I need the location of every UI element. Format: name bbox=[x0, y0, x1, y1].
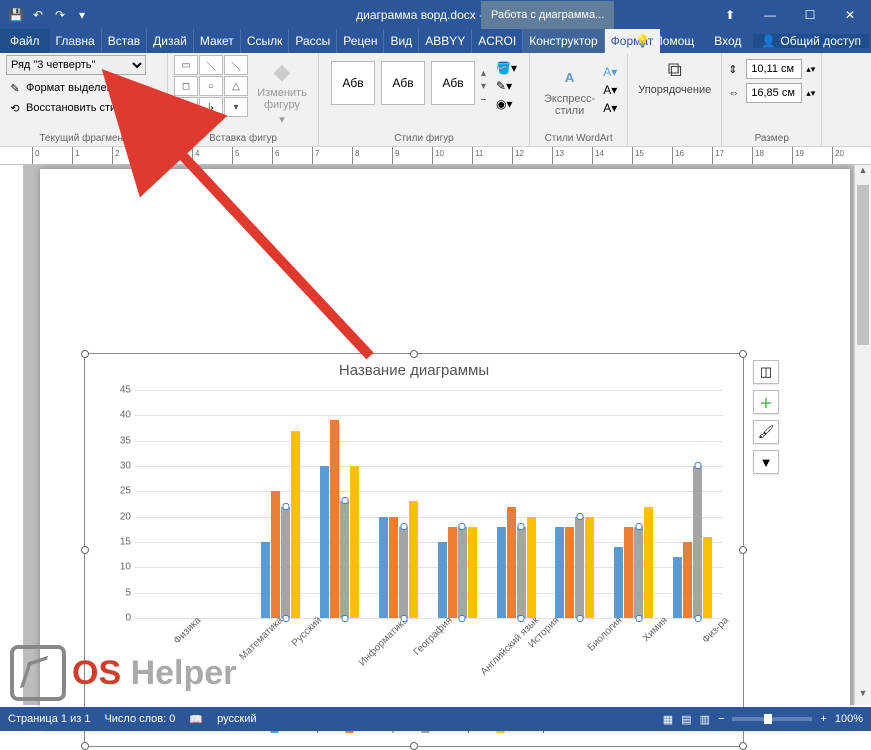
status-bar: Страница 1 из 1 Число слов: 0 📖 русский … bbox=[0, 707, 871, 731]
gallery-down-icon[interactable]: ▾ bbox=[481, 81, 486, 92]
text-effects-icon[interactable]: A▾ bbox=[603, 101, 617, 115]
tab-home[interactable]: Главна bbox=[50, 29, 102, 53]
horizontal-ruler[interactable]: 01234567891011121314151617181920 bbox=[0, 147, 871, 165]
chart-styles-button[interactable]: 🖌 bbox=[753, 420, 779, 444]
chart-title[interactable]: Название диаграммы bbox=[339, 362, 489, 379]
language-indicator[interactable]: русский bbox=[217, 713, 256, 725]
sign-in[interactable]: Вход bbox=[706, 34, 749, 48]
ribbon: Ряд "3 четверть" ✎Формат выделенного ⟲Во… bbox=[0, 53, 871, 147]
tell-me[interactable]: 💡 Помощ bbox=[627, 34, 702, 48]
group-current-selection: Ряд "3 четверть" ✎Формат выделенного ⟲Во… bbox=[0, 53, 168, 146]
ribbon-tabs: Файл Главна Встав Дизай Макет Ссылк Расс… bbox=[0, 29, 871, 53]
group-wordart-styles: A Экспресс- стили A▾ A▾ A▾ Стили WordArt bbox=[530, 53, 628, 146]
undo-icon[interactable]: ↶ bbox=[31, 8, 45, 22]
quick-access-toolbar: 💾 ↶ ↷ ▾ bbox=[1, 8, 97, 22]
height-icon: ⇕ bbox=[728, 63, 742, 76]
scroll-down-icon[interactable]: ▼ bbox=[855, 688, 871, 705]
group-label-shapes: Вставка фигур bbox=[174, 133, 312, 146]
tab-abbyy[interactable]: ABBYY bbox=[419, 29, 472, 53]
chart-element-selector[interactable]: Ряд "3 четверть" bbox=[6, 55, 146, 75]
zoom-out-icon[interactable]: − bbox=[718, 713, 724, 725]
zoom-in-icon[interactable]: + bbox=[820, 713, 826, 725]
tab-layout[interactable]: Макет bbox=[194, 29, 241, 53]
shape-fill-icon[interactable]: 🪣▾ bbox=[496, 61, 517, 75]
change-shape-button: ◆ Изменить фигуру▾ bbox=[252, 55, 312, 130]
ribbon-collapse-icon[interactable]: ⬆ bbox=[710, 1, 750, 29]
wordart-quick-styles[interactable]: A Экспресс- стили bbox=[540, 59, 599, 121]
document-area: Название диаграммы 051015202530354045Физ… bbox=[0, 165, 871, 705]
text-outline-icon[interactable]: A▾ bbox=[603, 83, 617, 97]
group-size: ⇕▴▾ ⇔▴▾ Размер bbox=[722, 53, 822, 146]
group-shape-styles: Абв Абв Абв ▴ ▾ ⎯ 🪣▾ ✎▾ ◉▾ Стили фигур bbox=[319, 53, 530, 146]
style-preset-1[interactable]: Абв bbox=[331, 61, 375, 105]
chart-add-button[interactable]: ＋ bbox=[753, 390, 779, 414]
shape-effects-icon[interactable]: ◉▾ bbox=[496, 97, 517, 111]
scroll-thumb[interactable] bbox=[857, 185, 869, 345]
close-icon[interactable]: ✕ bbox=[830, 1, 870, 29]
tab-view[interactable]: Вид bbox=[384, 29, 419, 53]
scroll-up-icon[interactable]: ▲ bbox=[855, 165, 871, 182]
title-bar: 💾 ↶ ↷ ▾ диаграмма ворд.docx - Word Работ… bbox=[0, 0, 871, 29]
chart-elements-button[interactable]: ◫ bbox=[753, 360, 779, 384]
page-indicator[interactable]: Страница 1 из 1 bbox=[8, 713, 90, 725]
minimize-icon[interactable]: — bbox=[750, 1, 790, 29]
width-input[interactable] bbox=[746, 83, 802, 103]
gallery-up-icon[interactable]: ▴ bbox=[481, 68, 486, 79]
spellcheck-icon[interactable]: 📖 bbox=[189, 713, 203, 726]
arrange-button[interactable]: ⧉ Упорядочение bbox=[634, 55, 715, 100]
zoom-slider[interactable] bbox=[732, 717, 812, 721]
share-button[interactable]: 👤 Общий доступ bbox=[753, 34, 869, 48]
width-icon: ⇔ bbox=[728, 87, 742, 99]
tab-references[interactable]: Ссылк bbox=[241, 29, 290, 53]
group-label-styles: Стили фигур bbox=[325, 133, 523, 146]
plot-area[interactable]: 051015202530354045ФизикаМатематикаРусски… bbox=[135, 390, 723, 618]
group-label-selection: Текущий фрагмент bbox=[6, 133, 161, 146]
maximize-icon[interactable]: ☐ bbox=[790, 1, 830, 29]
tab-file[interactable]: Файл bbox=[0, 29, 50, 53]
vertical-scrollbar[interactable]: ▲ ▼ bbox=[854, 165, 871, 705]
tab-mailings[interactable]: Рассы bbox=[289, 29, 337, 53]
format-selection-button[interactable]: ✎Формат выделенного bbox=[6, 78, 161, 98]
watermark-logo: OS Helper bbox=[10, 645, 236, 701]
chart-side-buttons: ◫ ＋ 🖌 ▼ bbox=[753, 360, 779, 474]
group-label-size: Размер bbox=[728, 133, 815, 146]
cursor-icon bbox=[10, 645, 66, 701]
group-label-wordart: Стили WordArt bbox=[536, 133, 621, 146]
style-preset-3[interactable]: Абв bbox=[431, 61, 475, 105]
save-icon[interactable]: 💾 bbox=[9, 8, 23, 22]
read-mode-icon[interactable]: ▦ bbox=[663, 713, 673, 726]
qat-dropdown-icon[interactable]: ▾ bbox=[75, 8, 89, 22]
tab-review[interactable]: Рецен bbox=[337, 29, 384, 53]
reset-style-button[interactable]: ⟲Восстановить стиль bbox=[6, 98, 161, 118]
print-layout-icon[interactable]: ▤ bbox=[681, 713, 691, 726]
contextual-tab-label: Работа с диаграмма... bbox=[481, 1, 614, 29]
text-fill-icon[interactable]: A▾ bbox=[603, 65, 617, 79]
group-insert-shapes: ▭＼＼ ◻○△ ⬠↳▾ ◆ Изменить фигуру▾ Вставка ф… bbox=[168, 53, 319, 146]
shape-outline-icon[interactable]: ✎▾ bbox=[496, 79, 517, 93]
web-layout-icon[interactable]: ▥ bbox=[700, 713, 710, 726]
gallery-more-icon[interactable]: ⎯ bbox=[481, 94, 486, 105]
tab-design[interactable]: Дизай bbox=[147, 29, 194, 53]
style-preset-2[interactable]: Абв bbox=[381, 61, 425, 105]
word-count[interactable]: Число слов: 0 bbox=[104, 713, 175, 725]
tab-acrobat[interactable]: ACROI bbox=[472, 29, 523, 53]
shape-gallery[interactable]: ▭＼＼ ◻○△ ⬠↳▾ bbox=[174, 55, 248, 130]
chart-filters-button[interactable]: ▼ bbox=[753, 450, 779, 474]
tab-chart-design[interactable]: Конструктор bbox=[523, 29, 604, 53]
redo-icon[interactable]: ↷ bbox=[53, 8, 67, 22]
zoom-level[interactable]: 100% bbox=[835, 713, 863, 725]
height-input[interactable] bbox=[746, 59, 802, 79]
vertical-ruler[interactable] bbox=[0, 165, 24, 705]
group-arrange: ⧉ Упорядочение bbox=[628, 53, 722, 146]
tab-insert[interactable]: Встав bbox=[102, 29, 147, 53]
